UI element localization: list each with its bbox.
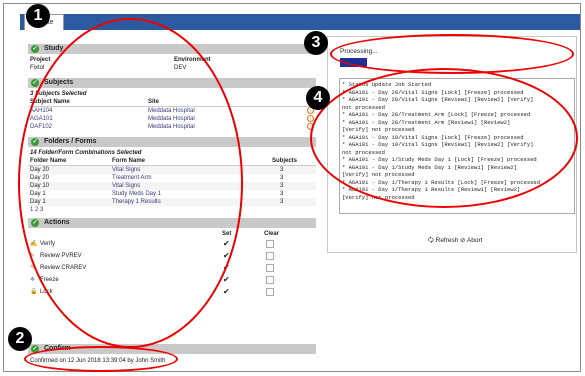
check-icon: ✓ (31, 79, 39, 87)
callout-number-3: 3 (304, 31, 328, 55)
project-value: Fixtol (30, 65, 45, 71)
freeze-icon: ❄ (30, 277, 36, 283)
refresh-button[interactable]: 🗘 Refresh (428, 236, 458, 247)
callout-oval-1 (18, 18, 243, 348)
callout-oval-4 (310, 68, 578, 208)
abort-icon: ⊘ (460, 237, 466, 244)
callout-number-2: 2 (8, 327, 32, 351)
refresh-icon: 🗘 (428, 237, 434, 244)
callout-number-4: 4 (306, 86, 330, 110)
set-checkbox[interactable]: ✔ (223, 288, 230, 296)
abort-button[interactable]: ⊘ Abort (460, 236, 482, 244)
callout-number-1: 1 (26, 4, 50, 28)
check-icon: ✓ (31, 45, 39, 53)
clear-checkbox[interactable] (266, 276, 274, 284)
col-clear: Clear (264, 231, 280, 237)
callout-oval-2 (24, 346, 178, 372)
clear-checkbox[interactable] (266, 240, 274, 248)
set-checkbox[interactable]: ✔ (223, 276, 230, 284)
study-title: Study (44, 45, 64, 52)
lock-icon: 🔒 (30, 289, 38, 295)
clear-checkbox[interactable] (266, 252, 274, 260)
col-subjects: Subjects (272, 158, 298, 164)
clear-checkbox[interactable] (266, 264, 274, 272)
clear-checkbox[interactable] (266, 288, 274, 296)
project-label: Project (30, 57, 51, 63)
